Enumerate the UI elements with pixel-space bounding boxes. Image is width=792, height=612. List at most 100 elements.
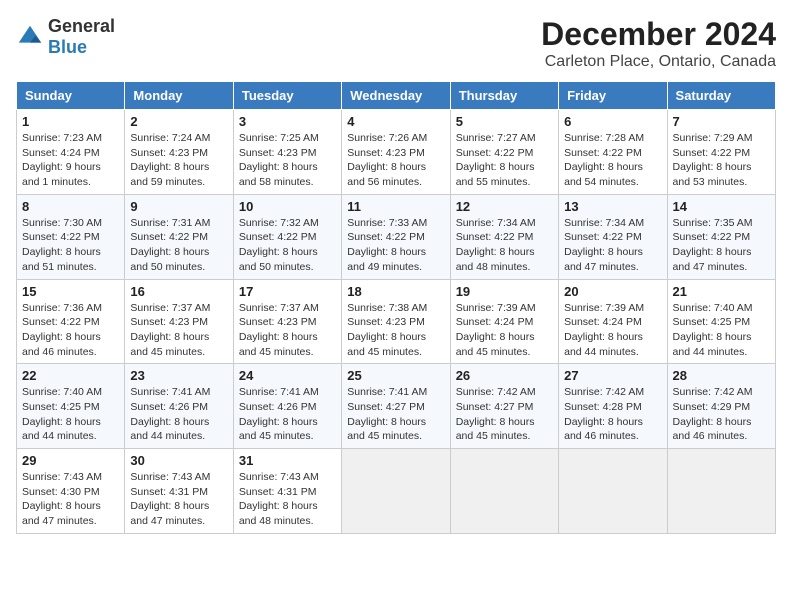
- calendar-cell: 24 Sunrise: 7:41 AM Sunset: 4:26 PM Dayl…: [233, 364, 341, 449]
- day-number: 16: [130, 284, 227, 299]
- calendar-body: 1 Sunrise: 7:23 AM Sunset: 4:24 PM Dayli…: [17, 110, 776, 534]
- calendar-cell: 31 Sunrise: 7:43 AM Sunset: 4:31 PM Dayl…: [233, 449, 341, 534]
- day-info: Sunrise: 7:31 AM Sunset: 4:22 PM Dayligh…: [130, 216, 227, 275]
- day-number: 4: [347, 114, 444, 129]
- day-info: Sunrise: 7:41 AM Sunset: 4:27 PM Dayligh…: [347, 385, 444, 444]
- day-info: Sunrise: 7:43 AM Sunset: 4:30 PM Dayligh…: [22, 470, 119, 529]
- title-area: December 2024 Carleton Place, Ontario, C…: [541, 16, 776, 71]
- calendar-cell: 4 Sunrise: 7:26 AM Sunset: 4:23 PM Dayli…: [342, 110, 450, 195]
- day-number: 23: [130, 368, 227, 383]
- col-thursday: Thursday: [450, 82, 558, 110]
- logo-icon: [16, 23, 44, 51]
- logo-wordmark: General Blue: [48, 16, 115, 58]
- day-number: 21: [673, 284, 770, 299]
- calendar-header: Sunday Monday Tuesday Wednesday Thursday…: [17, 82, 776, 110]
- day-number: 14: [673, 199, 770, 214]
- day-info: Sunrise: 7:29 AM Sunset: 4:22 PM Dayligh…: [673, 131, 770, 190]
- calendar-cell: [342, 449, 450, 534]
- day-number: 13: [564, 199, 661, 214]
- day-info: Sunrise: 7:35 AM Sunset: 4:22 PM Dayligh…: [673, 216, 770, 275]
- calendar-cell: 12 Sunrise: 7:34 AM Sunset: 4:22 PM Dayl…: [450, 194, 558, 279]
- day-info: Sunrise: 7:34 AM Sunset: 4:22 PM Dayligh…: [456, 216, 553, 275]
- day-number: 8: [22, 199, 119, 214]
- day-info: Sunrise: 7:39 AM Sunset: 4:24 PM Dayligh…: [456, 301, 553, 360]
- calendar-cell: 17 Sunrise: 7:37 AM Sunset: 4:23 PM Dayl…: [233, 279, 341, 364]
- logo: General Blue: [16, 16, 115, 58]
- col-monday: Monday: [125, 82, 233, 110]
- header: General Blue December 2024 Carleton Plac…: [16, 16, 776, 71]
- logo-general: General: [48, 16, 115, 36]
- calendar: Sunday Monday Tuesday Wednesday Thursday…: [16, 81, 776, 534]
- logo-blue: Blue: [48, 37, 87, 57]
- calendar-cell: 20 Sunrise: 7:39 AM Sunset: 4:24 PM Dayl…: [559, 279, 667, 364]
- day-number: 17: [239, 284, 336, 299]
- day-number: 2: [130, 114, 227, 129]
- calendar-cell: 23 Sunrise: 7:41 AM Sunset: 4:26 PM Dayl…: [125, 364, 233, 449]
- calendar-cell: 3 Sunrise: 7:25 AM Sunset: 4:23 PM Dayli…: [233, 110, 341, 195]
- col-wednesday: Wednesday: [342, 82, 450, 110]
- day-info: Sunrise: 7:43 AM Sunset: 4:31 PM Dayligh…: [239, 470, 336, 529]
- day-info: Sunrise: 7:42 AM Sunset: 4:29 PM Dayligh…: [673, 385, 770, 444]
- day-number: 5: [456, 114, 553, 129]
- day-number: 15: [22, 284, 119, 299]
- calendar-cell: 13 Sunrise: 7:34 AM Sunset: 4:22 PM Dayl…: [559, 194, 667, 279]
- calendar-cell: 16 Sunrise: 7:37 AM Sunset: 4:23 PM Dayl…: [125, 279, 233, 364]
- calendar-cell: 29 Sunrise: 7:43 AM Sunset: 4:30 PM Dayl…: [17, 449, 125, 534]
- day-number: 19: [456, 284, 553, 299]
- day-info: Sunrise: 7:23 AM Sunset: 4:24 PM Dayligh…: [22, 131, 119, 190]
- calendar-cell: [559, 449, 667, 534]
- calendar-week-4: 22 Sunrise: 7:40 AM Sunset: 4:25 PM Dayl…: [17, 364, 776, 449]
- day-number: 28: [673, 368, 770, 383]
- day-info: Sunrise: 7:42 AM Sunset: 4:28 PM Dayligh…: [564, 385, 661, 444]
- day-number: 18: [347, 284, 444, 299]
- day-info: Sunrise: 7:37 AM Sunset: 4:23 PM Dayligh…: [130, 301, 227, 360]
- day-info: Sunrise: 7:36 AM Sunset: 4:22 PM Dayligh…: [22, 301, 119, 360]
- day-info: Sunrise: 7:28 AM Sunset: 4:22 PM Dayligh…: [564, 131, 661, 190]
- col-tuesday: Tuesday: [233, 82, 341, 110]
- calendar-week-2: 8 Sunrise: 7:30 AM Sunset: 4:22 PM Dayli…: [17, 194, 776, 279]
- calendar-cell: 14 Sunrise: 7:35 AM Sunset: 4:22 PM Dayl…: [667, 194, 775, 279]
- day-info: Sunrise: 7:40 AM Sunset: 4:25 PM Dayligh…: [673, 301, 770, 360]
- day-number: 3: [239, 114, 336, 129]
- day-info: Sunrise: 7:25 AM Sunset: 4:23 PM Dayligh…: [239, 131, 336, 190]
- day-info: Sunrise: 7:30 AM Sunset: 4:22 PM Dayligh…: [22, 216, 119, 275]
- day-info: Sunrise: 7:40 AM Sunset: 4:25 PM Dayligh…: [22, 385, 119, 444]
- day-number: 29: [22, 453, 119, 468]
- day-info: Sunrise: 7:41 AM Sunset: 4:26 PM Dayligh…: [130, 385, 227, 444]
- day-number: 31: [239, 453, 336, 468]
- calendar-cell: 26 Sunrise: 7:42 AM Sunset: 4:27 PM Dayl…: [450, 364, 558, 449]
- calendar-cell: [667, 449, 775, 534]
- calendar-cell: 22 Sunrise: 7:40 AM Sunset: 4:25 PM Dayl…: [17, 364, 125, 449]
- calendar-cell: [450, 449, 558, 534]
- day-number: 26: [456, 368, 553, 383]
- day-number: 9: [130, 199, 227, 214]
- day-number: 24: [239, 368, 336, 383]
- day-number: 10: [239, 199, 336, 214]
- day-number: 25: [347, 368, 444, 383]
- calendar-week-3: 15 Sunrise: 7:36 AM Sunset: 4:22 PM Dayl…: [17, 279, 776, 364]
- col-friday: Friday: [559, 82, 667, 110]
- calendar-cell: 1 Sunrise: 7:23 AM Sunset: 4:24 PM Dayli…: [17, 110, 125, 195]
- day-info: Sunrise: 7:37 AM Sunset: 4:23 PM Dayligh…: [239, 301, 336, 360]
- calendar-cell: 18 Sunrise: 7:38 AM Sunset: 4:23 PM Dayl…: [342, 279, 450, 364]
- day-number: 11: [347, 199, 444, 214]
- day-info: Sunrise: 7:33 AM Sunset: 4:22 PM Dayligh…: [347, 216, 444, 275]
- calendar-cell: 2 Sunrise: 7:24 AM Sunset: 4:23 PM Dayli…: [125, 110, 233, 195]
- day-number: 6: [564, 114, 661, 129]
- calendar-cell: 19 Sunrise: 7:39 AM Sunset: 4:24 PM Dayl…: [450, 279, 558, 364]
- day-number: 30: [130, 453, 227, 468]
- calendar-cell: 27 Sunrise: 7:42 AM Sunset: 4:28 PM Dayl…: [559, 364, 667, 449]
- col-saturday: Saturday: [667, 82, 775, 110]
- page-subtitle: Carleton Place, Ontario, Canada: [541, 53, 776, 71]
- calendar-cell: 10 Sunrise: 7:32 AM Sunset: 4:22 PM Dayl…: [233, 194, 341, 279]
- calendar-cell: 15 Sunrise: 7:36 AM Sunset: 4:22 PM Dayl…: [17, 279, 125, 364]
- calendar-cell: 6 Sunrise: 7:28 AM Sunset: 4:22 PM Dayli…: [559, 110, 667, 195]
- day-info: Sunrise: 7:43 AM Sunset: 4:31 PM Dayligh…: [130, 470, 227, 529]
- day-info: Sunrise: 7:26 AM Sunset: 4:23 PM Dayligh…: [347, 131, 444, 190]
- day-number: 20: [564, 284, 661, 299]
- day-number: 27: [564, 368, 661, 383]
- calendar-cell: 5 Sunrise: 7:27 AM Sunset: 4:22 PM Dayli…: [450, 110, 558, 195]
- day-info: Sunrise: 7:41 AM Sunset: 4:26 PM Dayligh…: [239, 385, 336, 444]
- col-sunday: Sunday: [17, 82, 125, 110]
- calendar-cell: 8 Sunrise: 7:30 AM Sunset: 4:22 PM Dayli…: [17, 194, 125, 279]
